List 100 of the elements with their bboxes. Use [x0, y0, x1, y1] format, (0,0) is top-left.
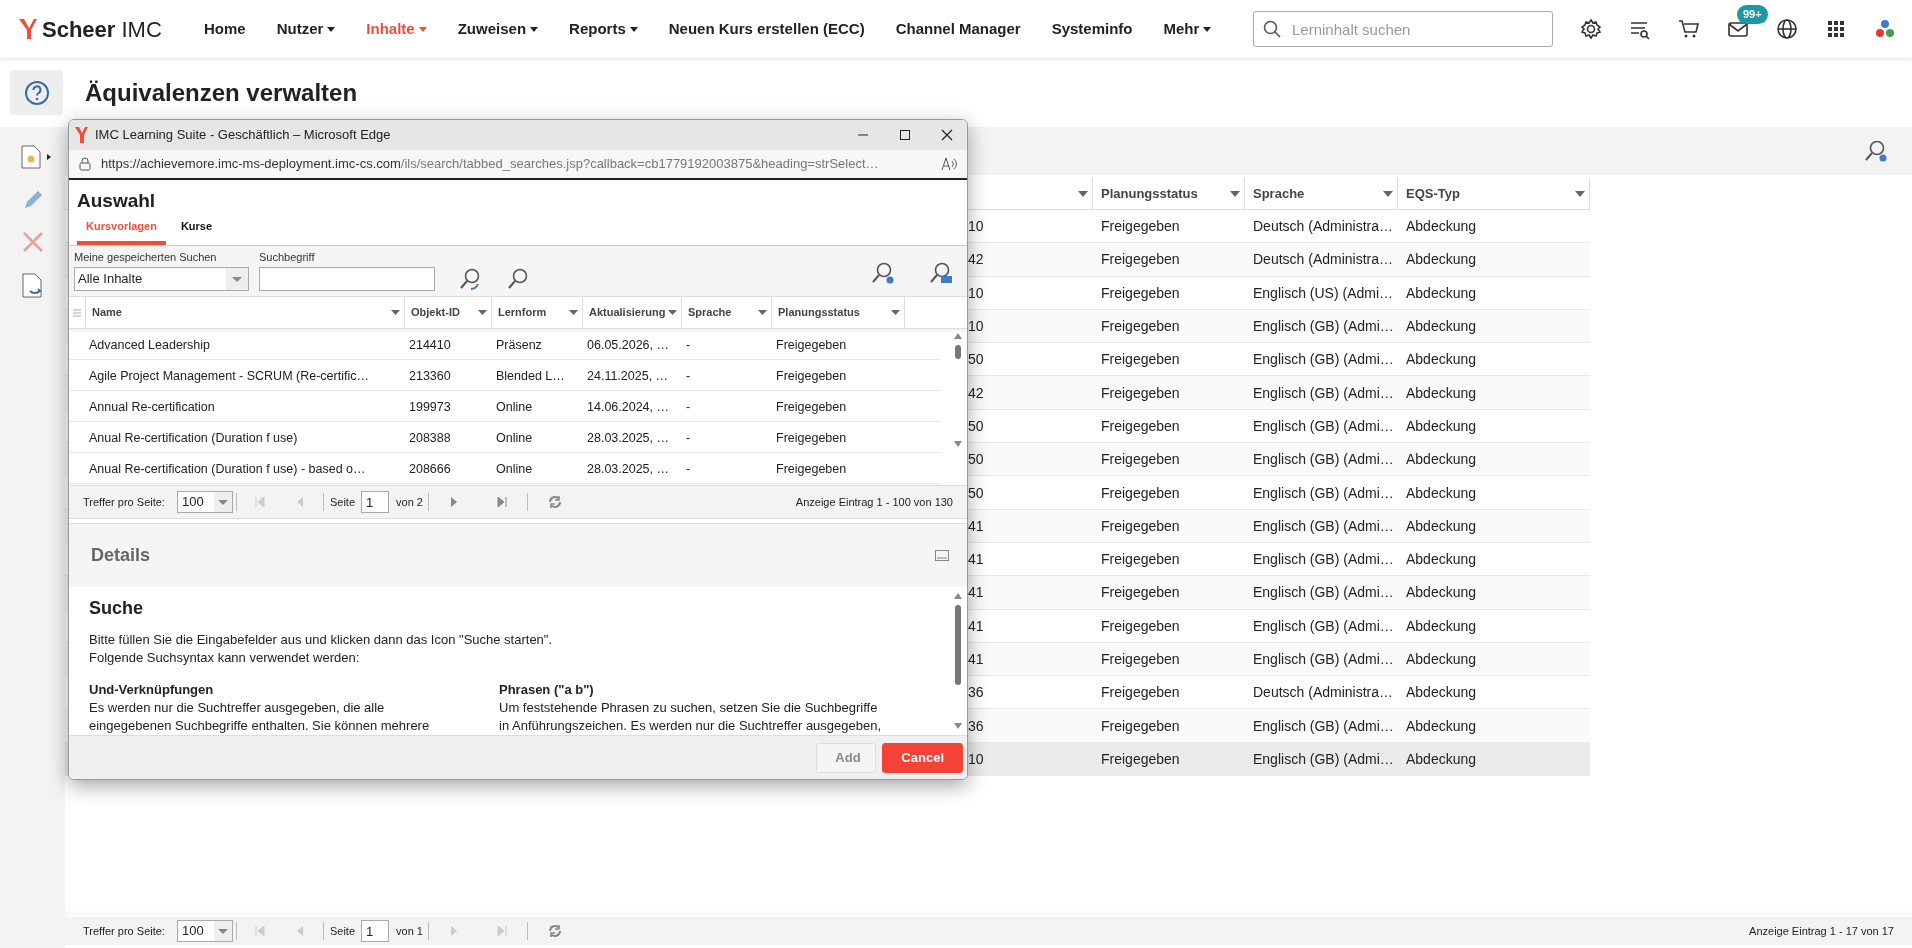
logo-icon[interactable]	[18, 18, 38, 40]
help-button[interactable]	[10, 70, 63, 115]
scrollbar-icon[interactable]	[953, 331, 963, 449]
search-settings-icon[interactable]	[871, 261, 895, 285]
column-header[interactable]: Objekt-ID	[411, 304, 460, 321]
nav-item[interactable]: Home	[204, 17, 246, 41]
table-cell: Freigegeben	[1101, 584, 1180, 601]
per-page-select[interactable]: 100	[176, 491, 233, 513]
column-header[interactable]: Planungsstatus	[778, 304, 860, 321]
nav-item[interactable]: Mehr	[1163, 17, 1212, 41]
saved-searches-select[interactable]: Alle Inhalte	[74, 266, 249, 291]
table-cell: Präsenz	[496, 338, 542, 352]
caret-icon	[1203, 26, 1212, 32]
globe-icon[interactable]	[1776, 18, 1798, 40]
settings-icon[interactable]	[1580, 18, 1602, 40]
table-row[interactable]: Advanced Leadership 214410 Präsenz 06.05.2026, … - Freigegeben	[69, 329, 941, 360]
pager-label: Treffer pro Seite:	[83, 923, 165, 939]
sort-menu-icon[interactable]	[1078, 190, 1088, 197]
table-cell: 10	[968, 218, 984, 235]
page-input[interactable]: 1	[361, 920, 389, 942]
save-search-icon[interactable]	[929, 261, 953, 285]
table-cell: Advanced Leadership	[89, 338, 210, 352]
table-row[interactable]: Anual Re-certification (Duration f use) - based o… 208666 Online 28.03.2025, … - Freigegeben	[69, 453, 941, 484]
page-input[interactable]: 1	[361, 491, 389, 513]
search-icon	[1263, 20, 1281, 38]
last-page-icon[interactable]	[496, 497, 507, 507]
column-header[interactable]: Aktualisierung	[589, 304, 666, 321]
scrollbar-icon[interactable]	[953, 591, 963, 731]
sort-menu-icon[interactable]	[1230, 190, 1240, 197]
pager-label: Treffer pro Seite:	[83, 494, 165, 510]
table-row[interactable]: Anual Re-certification (Duration f use) 208388 Online 28.03.2025, … - Freigegeben	[69, 422, 941, 453]
nav-item[interactable]: Neuen Kurs erstellen (ECC)	[668, 17, 865, 41]
pager-label: von 2	[396, 494, 423, 510]
table-cell: Freigegeben	[1101, 351, 1180, 368]
table-cell: Abdeckung	[1406, 750, 1477, 767]
column-header[interactable]: Lernform	[498, 304, 547, 321]
column-header[interactable]: Sprache	[1253, 183, 1305, 204]
table-cell: Deutsch (Administra…	[1253, 251, 1394, 268]
document-export-icon[interactable]	[21, 273, 44, 299]
column-header[interactable]: Name	[92, 304, 122, 321]
cancel-button[interactable]: Cancel	[882, 742, 963, 773]
table-cell: 50	[968, 417, 984, 434]
close-icon[interactable]	[941, 129, 953, 141]
window-title: IMC Learning Suite - Geschäftlich – Microsoft Edge	[95, 126, 391, 145]
nav-item[interactable]: Channel Manager	[895, 17, 1021, 41]
maximize-icon[interactable]	[899, 129, 911, 141]
table-cell: 41	[968, 551, 984, 568]
cart-icon[interactable]	[1678, 18, 1700, 40]
drag-handle-icon[interactable]	[72, 307, 82, 318]
caret-icon	[629, 26, 638, 32]
table-cell: Abdeckung	[1406, 284, 1477, 301]
tab[interactable]: Kurse	[171, 211, 222, 245]
table-cell: 41	[968, 584, 984, 601]
table-row[interactable]: Agile Project Management - SCRUM (Re-certific… 213360 Blended L… 24.11.2025, … - Freigegeben	[69, 360, 941, 391]
table-cell: -	[686, 338, 691, 352]
address-bar[interactable]: https://achievemore.imc-ms-deployment.imc-cs.com/ils/search/tabbed_searches.jsp?callback=cb1779192003875&heading=strSelect…	[69, 150, 967, 180]
collapse-panel-icon[interactable]	[935, 550, 949, 561]
url-path: /ils/search/tabbed_searches.jsp?callback=cb1779192003875&heading=strSelect…	[400, 156, 879, 172]
column-header[interactable]: Planungsstatus	[1101, 183, 1198, 204]
table-cell: Freigegeben	[1101, 451, 1180, 468]
table-cell: 10	[968, 318, 984, 335]
table-cell: Blended L…	[496, 369, 565, 383]
table-cell: 28.03.2025, …	[587, 431, 669, 445]
nav-item[interactable]: Nutzer	[276, 17, 336, 41]
search-term-input[interactable]	[259, 266, 435, 291]
table-cell: Englisch (GB) (Admi…	[1253, 417, 1394, 434]
table-cell: Freigegeben	[1101, 251, 1180, 268]
table-cell: Englisch (GB) (Admi…	[1253, 717, 1394, 734]
refresh-icon[interactable]	[547, 495, 562, 509]
per-page-select[interactable]: 100	[176, 920, 233, 942]
column-header[interactable]: Sprache	[688, 304, 732, 321]
table-cell: Englisch (GB) (Admi…	[1253, 551, 1394, 568]
search-icon[interactable]	[507, 267, 529, 289]
table-cell: Englisch (GB) (Admi…	[1253, 584, 1394, 601]
sort-menu-icon[interactable]	[1575, 190, 1585, 197]
help-text: eingegebenen Suchbegriffe enthalten. Sie können mehrere	[89, 717, 431, 735]
sort-menu-icon[interactable]	[1383, 190, 1393, 197]
column-header[interactable]: EQS-Typ	[1406, 183, 1460, 204]
table-cell: 41	[968, 517, 984, 534]
table-cell: -	[686, 400, 691, 414]
read-aloud-icon[interactable]	[941, 157, 957, 171]
app-logo-icon[interactable]	[1874, 18, 1896, 40]
table-cell: Englisch (GB) (Admi…	[1253, 484, 1394, 501]
nav-item[interactable]: Systeminfo	[1051, 17, 1133, 41]
table-cell: Abdeckung	[1406, 717, 1477, 734]
table-cell: Freigegeben	[776, 369, 847, 383]
table-cell: Annual Re-certification	[89, 400, 215, 414]
search-field[interactable]: Lerninhalt suchen	[1253, 11, 1553, 47]
pager-label: Seite	[329, 923, 355, 939]
nav-item[interactable]: Zuweisen	[457, 17, 539, 41]
nav-item[interactable]: Inhalte	[366, 17, 427, 41]
nav-item[interactable]: Reports	[569, 17, 638, 41]
table-row[interactable]: Annual Re-certification 199973 Online 14.06.2024, … - Freigegeben	[69, 391, 941, 422]
apps-grid-icon[interactable]	[1825, 18, 1847, 40]
next-page-icon[interactable]	[450, 497, 457, 507]
search-settings-icon[interactable]	[1864, 139, 1888, 163]
subsection-heading: Phrasen ("a b")	[499, 681, 595, 699]
refresh-icon[interactable]	[547, 924, 562, 938]
table-cell: Freigegeben	[776, 462, 847, 476]
table-cell: Abdeckung	[1406, 251, 1477, 268]
